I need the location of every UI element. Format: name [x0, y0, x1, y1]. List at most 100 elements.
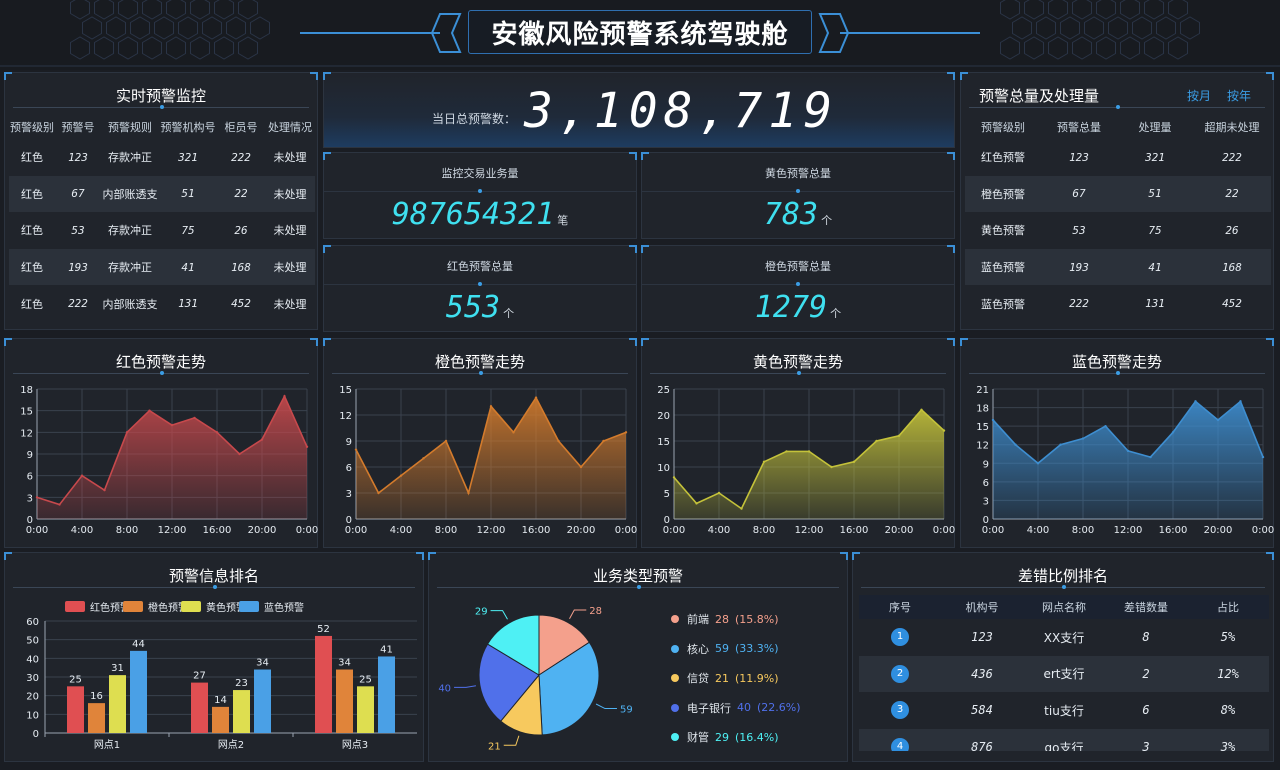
data-point [624, 431, 628, 434]
corner-accent [840, 552, 848, 560]
data-point [377, 491, 380, 495]
data-point [467, 491, 470, 495]
corner-accent [947, 245, 955, 253]
data-point [1104, 424, 1107, 428]
legend-value: 21 [715, 671, 729, 685]
rank-badge: 1 [891, 628, 909, 647]
bar [233, 690, 250, 733]
table-row[interactable]: 红色预警 123 321 222 [965, 139, 1271, 176]
legend-dot-icon [671, 674, 679, 682]
table-cell: 584 [971, 703, 993, 718]
table-row[interactable]: 蓝色预警 193 41 168 [965, 248, 1271, 286]
data-point [1261, 455, 1265, 459]
y-tick-label: 3 [983, 496, 989, 507]
bar [67, 686, 84, 733]
column-header: 占比 [1217, 601, 1239, 614]
table-cell: XX支行 [1043, 630, 1085, 645]
y-tick-label: 60 [26, 617, 39, 628]
corner-accent [641, 338, 649, 346]
y-tick-label: 25 [657, 385, 670, 396]
daily-total-label: 当日总预警数： [432, 112, 517, 126]
table-row[interactable]: 红色 222 内部账透支 131 452 未处理 [9, 285, 315, 322]
table-cell: 8 [1142, 630, 1150, 645]
table-row[interactable]: 红色 193 存款冲正 41 168 未处理 [9, 248, 315, 286]
y-tick-label: 18 [976, 404, 989, 415]
y-tick-label: 20 [26, 692, 39, 703]
totals-title: 预警总量及处理量 [979, 87, 1100, 105]
pie-legend-item[interactable]: 电子银行 40(22.6%) [671, 700, 801, 716]
table-row[interactable]: 2 436 ert支行 2 12% [859, 655, 1269, 693]
corner-accent [323, 72, 331, 80]
realtime-monitor-title: 实时预警监控 [115, 87, 206, 105]
x-tick-label: 0:00 [933, 525, 955, 536]
table-row[interactable]: 红色 123 存款冲正 321 222 未处理 [9, 139, 315, 176]
table-cell: 存款冲正 [108, 224, 152, 238]
daily-total-value: 3,108,719 [524, 83, 839, 139]
table-cell: 存款冲正 [108, 261, 152, 275]
column-header: 网点名称 [1042, 601, 1086, 614]
column-header: 序号 [889, 601, 911, 614]
by-month-button[interactable]: 按月 [1187, 87, 1211, 104]
table-cell: 6 [1142, 703, 1150, 718]
table-cell: 123 [68, 150, 88, 164]
chart-title: 橙色预警走势 [434, 353, 525, 371]
table-row[interactable]: 1 123 XX支行 8 5% [859, 619, 1269, 656]
table-row[interactable]: 红色 53 存款冲正 75 26 未处理 [9, 212, 315, 249]
pie-legend-item[interactable]: 核心 59(33.3%) [671, 641, 779, 657]
table-cell: 67 [71, 187, 85, 201]
x-tick-label: 8:00 [116, 525, 138, 536]
legend-dot-icon [671, 733, 679, 741]
table-cell: 41 [181, 260, 195, 274]
yellow-trend-chart: 05101520250:00 4:00 8:00 12:00 16:00 20:00 0:0… [657, 385, 955, 536]
pie-leader-line [569, 609, 587, 619]
data-point [852, 460, 856, 463]
legend-swatch [65, 601, 85, 612]
table-row[interactable]: 红色 67 内部账透支 51 22 未处理 [9, 175, 315, 213]
y-tick-label: 9 [27, 450, 33, 461]
y-tick-label: 18 [20, 385, 33, 396]
monitor-table: 预警级别 预警号 预警规则 预警机构号 柜员号 处理情况 红色 123 存款冲正 321 222 未… [9, 115, 315, 322]
table-cell: 1 [859, 628, 941, 647]
legend-percent: 11.9% [739, 671, 775, 685]
data-point [1171, 431, 1175, 434]
table-cell: 131 [178, 297, 198, 311]
data-point [422, 457, 425, 460]
y-tick-label: 50 [26, 636, 39, 647]
series-area [356, 397, 626, 519]
table-cell: 321 [178, 150, 198, 164]
table-cell: 未处理 [273, 187, 307, 201]
corner-accent [416, 552, 424, 560]
legend-paren-close: ) [796, 701, 801, 714]
data-point [807, 450, 811, 453]
table-cell: 橙色预警 [981, 187, 1025, 201]
x-tick-label: 16:00 [522, 525, 551, 536]
y-tick-label: 15 [20, 407, 33, 418]
y-tick-label: 3 [346, 489, 352, 500]
by-year-button[interactable]: 按年 [1227, 87, 1251, 104]
data-point [1059, 443, 1062, 446]
y-tick-label: 9 [346, 437, 352, 448]
table-row[interactable]: 蓝色预警 222 131 452 [965, 285, 1271, 322]
data-point [260, 438, 264, 441]
table-row[interactable]: 4 876 qo支行 3 3% [859, 728, 1269, 751]
table-cell: 193 [68, 260, 88, 274]
table-row[interactable]: 黄色预警 53 75 26 [965, 212, 1271, 249]
pie-value-label: 59 [620, 705, 633, 716]
table-row[interactable]: 橙色预警 67 51 22 [965, 175, 1271, 213]
data-point [1216, 418, 1220, 422]
column-header: 处理量 [1138, 121, 1172, 134]
x-tick-label: 16:00 [1159, 525, 1188, 536]
pie-legend-item[interactable]: 前端 28(15.8%) [671, 611, 779, 627]
table-cell: 67 [1072, 187, 1086, 201]
table-row[interactable]: 3 584 tiu支行 6 8% [859, 692, 1269, 729]
data-point [740, 507, 743, 510]
bar-value-label: 52 [317, 624, 330, 635]
table-cell: 3 [1142, 740, 1150, 751]
corner-accent [641, 245, 649, 253]
stat-unit: 笔 [557, 214, 569, 227]
pie-legend-item[interactable]: 信贷 21(11.9%) [671, 670, 779, 686]
bar-value-label: 23 [235, 678, 248, 689]
x-tick-label: 网点3 [342, 739, 368, 751]
pie-legend-item[interactable]: 财管 29(16.4%) [671, 729, 779, 745]
data-point [305, 445, 309, 448]
